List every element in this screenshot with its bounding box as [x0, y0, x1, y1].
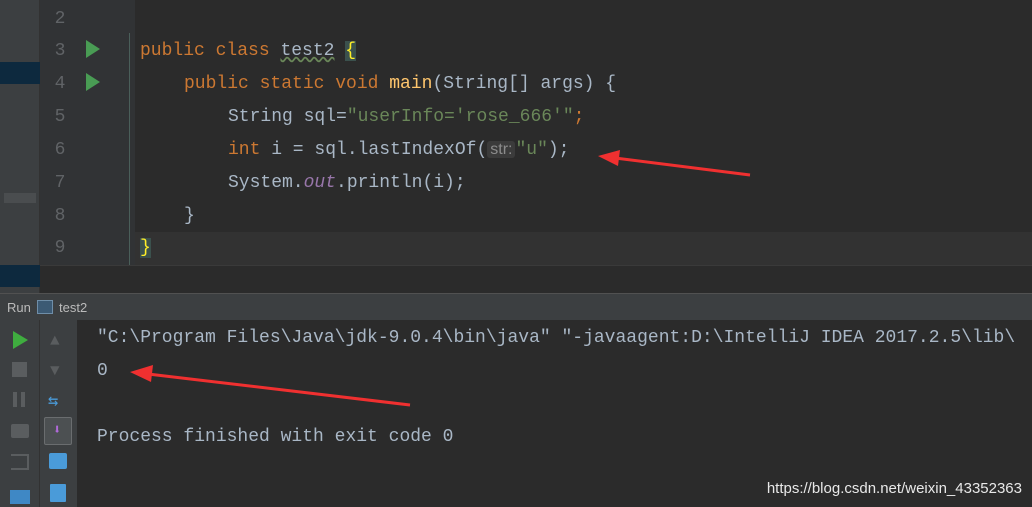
watermark: https://blog.csdn.net/weixin_43352363: [766, 480, 1022, 497]
arrow-annotation: [147, 372, 411, 407]
annotation-arrows: [130, 150, 751, 407]
arrow-head: [130, 365, 153, 382]
arrow-annotation: [614, 156, 751, 177]
arrow-head: [598, 150, 620, 166]
